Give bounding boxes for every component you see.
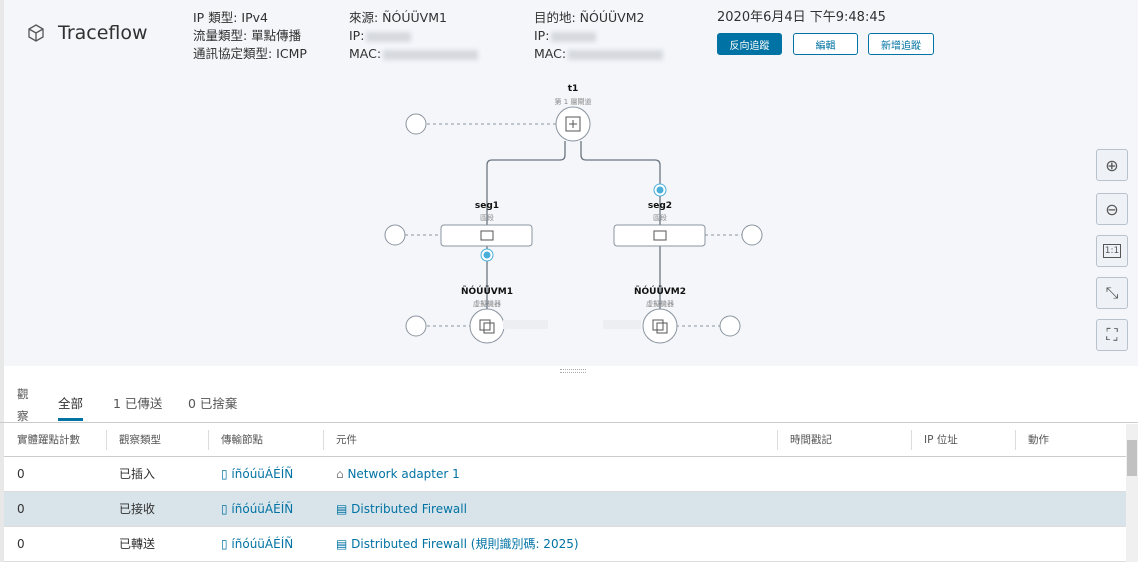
host-icon: ▯ bbox=[221, 501, 232, 516]
col-observation-type[interactable]: 觀察類型 bbox=[106, 424, 208, 457]
col-hop-count[interactable]: 實體躍點計數 bbox=[4, 424, 106, 457]
t1-name: t1 bbox=[567, 84, 579, 94]
observations-label: 觀察 bbox=[17, 387, 29, 423]
scrollbar-thumb[interactable] bbox=[1127, 440, 1137, 476]
seg1-name: seg1 bbox=[474, 201, 500, 211]
seg1-node bbox=[440, 224, 533, 247]
zoom-in-icon: ⊕ bbox=[1105, 155, 1119, 175]
zoom-out-icon: ⊖ bbox=[1105, 199, 1119, 219]
vm2-type: 虛擬機器 bbox=[646, 300, 674, 308]
col-component[interactable]: 元件 bbox=[323, 424, 777, 457]
tab-delivered[interactable]: 1 已傳送 bbox=[113, 393, 162, 412]
table-row[interactable]: 0 已轉送 ▯ íñóúüÁÉÍÑ ▤ Distributed Firewall… bbox=[4, 526, 1126, 562]
vm1-node bbox=[469, 308, 505, 344]
vm1-type: 虛擬機器 bbox=[473, 300, 501, 308]
vm2-node bbox=[642, 308, 678, 344]
observations-table: 實體躍點計數 觀察類型 傳輸節點 元件 時間戳記 IP 位址 動作 0 已插入 … bbox=[4, 424, 1126, 562]
zoom-in-button[interactable]: ⊕ bbox=[1096, 149, 1128, 181]
collapse-icon: ⤡ bbox=[1105, 283, 1119, 302]
node-name: íñóúüÁÉÍÑ bbox=[231, 466, 294, 481]
topology-diagram bbox=[384, 106, 763, 344]
observation-type: 已轉送 bbox=[106, 526, 208, 562]
hop-count: 0 bbox=[4, 526, 106, 562]
col-timestamp[interactable]: 時間戳記 bbox=[777, 424, 911, 457]
actual-size-button[interactable]: 1:1 bbox=[1096, 235, 1128, 267]
seg2-node bbox=[613, 224, 706, 247]
component-link[interactable]: ▤ Distributed Firewall bbox=[323, 491, 777, 527]
table-row[interactable]: 0 已接收 ▯ íñóúüÁÉÍÑ ▤ Distributed Firewall bbox=[4, 491, 1126, 527]
transport-node-link[interactable]: ▯ íñóúüÁÉÍÑ bbox=[208, 456, 323, 492]
fit-icon: ⛶ bbox=[1106, 325, 1118, 344]
seg1-type: 區段 bbox=[480, 214, 494, 222]
actual-size-label: 1:1 bbox=[1102, 244, 1122, 258]
vm1-name: ÑÓÚÜVM1 bbox=[461, 287, 513, 297]
collapse-button[interactable]: ⤡ bbox=[1096, 277, 1128, 309]
observation-type: 已插入 bbox=[106, 456, 208, 492]
component-name: Distributed Firewall (規則識別碼: 2025) bbox=[351, 537, 579, 551]
firewall-icon: ▤ bbox=[336, 537, 352, 551]
hop-count: 0 bbox=[4, 456, 106, 492]
node-name: íñóúüÁÉÍÑ bbox=[231, 501, 294, 516]
hop-count: 0 bbox=[4, 491, 106, 527]
zoom-out-button[interactable]: ⊖ bbox=[1096, 193, 1128, 225]
component-link[interactable]: ⌂ Network adapter 1 bbox=[323, 456, 777, 492]
resize-handle[interactable] bbox=[560, 369, 586, 373]
host-icon: ▯ bbox=[221, 466, 232, 481]
fit-to-screen-button[interactable]: ⛶ bbox=[1096, 319, 1128, 351]
host-icon: ▯ bbox=[221, 536, 232, 551]
component-name: Network adapter 1 bbox=[347, 466, 460, 481]
table-row[interactable]: 0 已插入 ▯ íñóúüÁÉÍÑ ⌂ Network adapter 1 bbox=[4, 456, 1126, 492]
t1-type: 第 1 層閘道 bbox=[554, 98, 592, 106]
tab-dropped[interactable]: 0 已捨棄 bbox=[188, 393, 237, 412]
observation-type: 已接收 bbox=[106, 491, 208, 527]
observation-tabs: 觀察 全部 1 已傳送 0 已捨棄 bbox=[0, 383, 1138, 423]
component-name: Distributed Firewall bbox=[351, 501, 467, 516]
component-link[interactable]: ▤ Distributed Firewall (規則識別碼: 2025) bbox=[323, 526, 777, 562]
transport-node-link[interactable]: ▯ íñóúüÁÉÍÑ bbox=[208, 491, 323, 527]
vm2-name: ÑÓÚÜVM2 bbox=[634, 287, 686, 297]
redacted-ips bbox=[503, 320, 641, 329]
tab-all[interactable]: 全部 bbox=[58, 393, 84, 421]
t1-node bbox=[555, 106, 591, 142]
transport-node-link[interactable]: ▯ íñóúüÁÉÍÑ bbox=[208, 526, 323, 562]
node-name: íñóúüÁÉÍÑ bbox=[231, 536, 294, 551]
seg2-name: seg2 bbox=[647, 201, 673, 211]
col-transport-node[interactable]: 傳輸節點 bbox=[208, 424, 323, 457]
col-ip-address[interactable]: IP 位址 bbox=[911, 424, 1015, 457]
network-adapter-icon: ⌂ bbox=[336, 466, 348, 481]
col-action[interactable]: 動作 bbox=[1015, 424, 1126, 457]
seg2-type: 區段 bbox=[653, 214, 667, 222]
firewall-icon: ▤ bbox=[336, 501, 352, 516]
